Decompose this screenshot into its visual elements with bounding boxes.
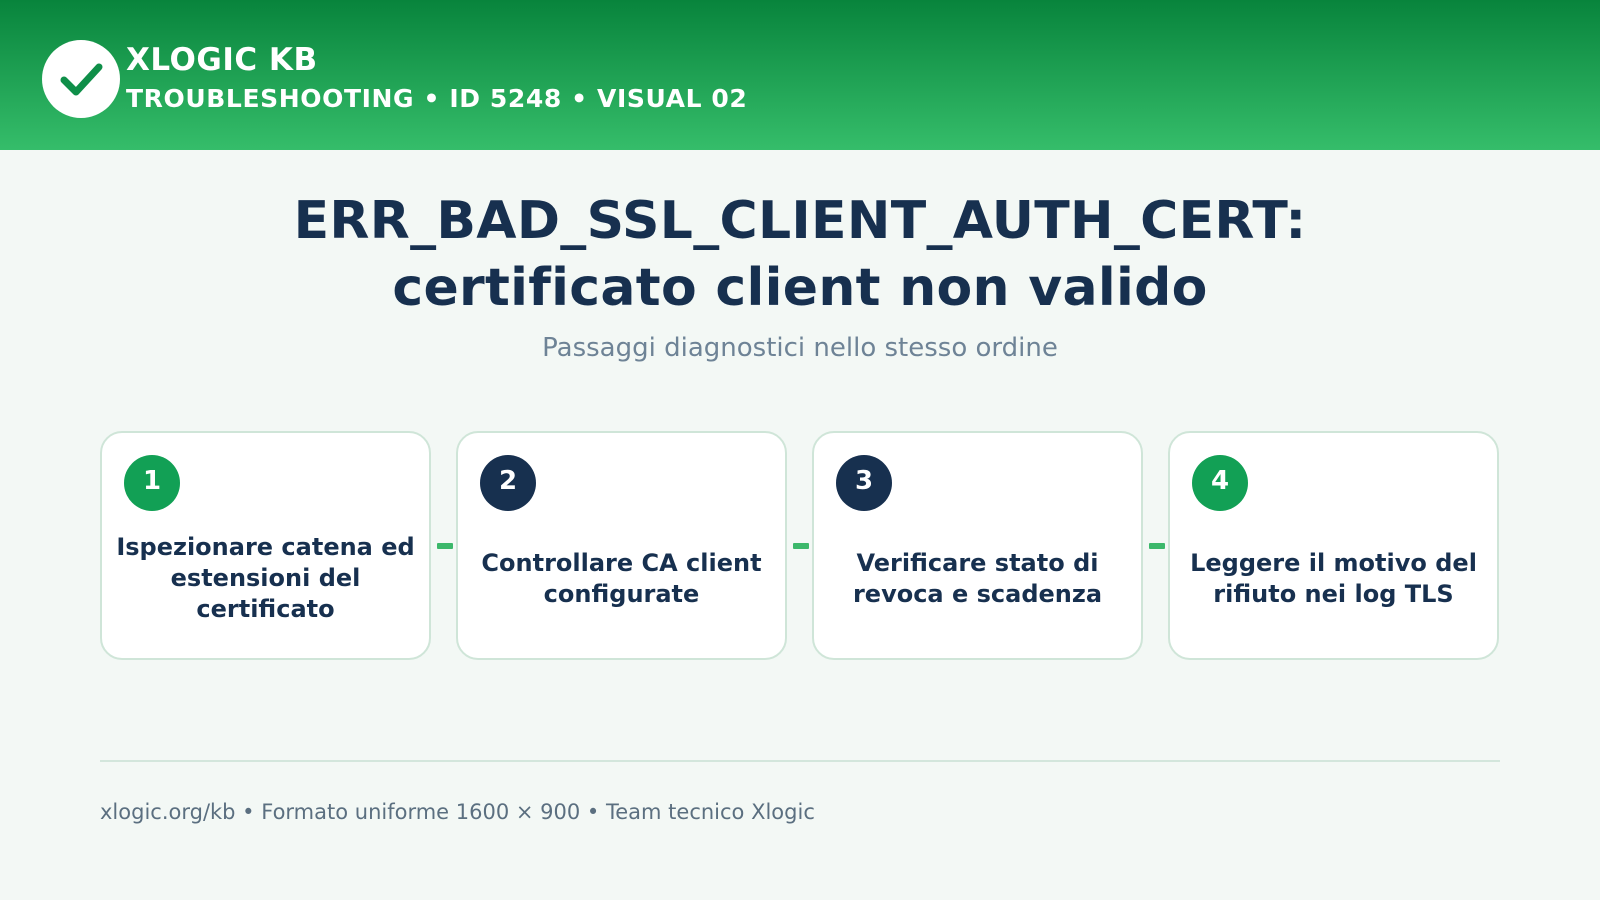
step-text: Verificare stato di revoca e scadenza [852, 548, 1103, 608]
brand-subtitle: TROUBLESHOOTING • ID 5248 • VISUAL 02 [126, 84, 748, 113]
page-subtitle: Passaggi diagnostici nello stesso ordine [542, 333, 1058, 363]
page-title-line-2: certificato client non valido [392, 258, 1208, 318]
checkmark-icon [60, 63, 103, 96]
step-connector [1149, 543, 1165, 549]
step-connector [437, 543, 453, 549]
step-number-badge: 2 [480, 455, 536, 511]
step-text: Ispezionare catena ed estensioni del cer… [116, 533, 415, 623]
step-card-2: 2 Controllare CA client configurate [456, 431, 787, 660]
page-title: ERR_BAD_SSL_CLIENT_AUTH_CERT: certificat… [100, 188, 1500, 322]
step-card-4: 4 Leggere il motivo del rifiuto nei log … [1168, 431, 1499, 660]
page-title-line-1: ERR_BAD_SSL_CLIENT_AUTH_CERT: [293, 191, 1307, 251]
step-number-badge: 4 [1192, 455, 1248, 511]
step-number-badge: 3 [836, 455, 892, 511]
header-banner: XLOGIC KB TROUBLESHOOTING • ID 5248 • VI… [0, 0, 1600, 150]
logo [42, 40, 120, 118]
footer-divider [100, 760, 1500, 762]
step-text: Leggere il motivo del rifiuto nei log TL… [1190, 548, 1477, 608]
step-connector [793, 543, 809, 549]
footer-text: xlogic.org/kb • Formato uniforme 1600 × … [100, 800, 815, 824]
brand-title: XLOGIC KB [126, 42, 318, 78]
step-number-badge: 1 [124, 455, 180, 511]
step-text: Controllare CA client configurate [481, 548, 762, 608]
step-card-3: 3 Verificare stato di revoca e scadenza [812, 431, 1143, 660]
step-card-1: 1 Ispezionare catena ed estensioni del c… [100, 431, 431, 660]
